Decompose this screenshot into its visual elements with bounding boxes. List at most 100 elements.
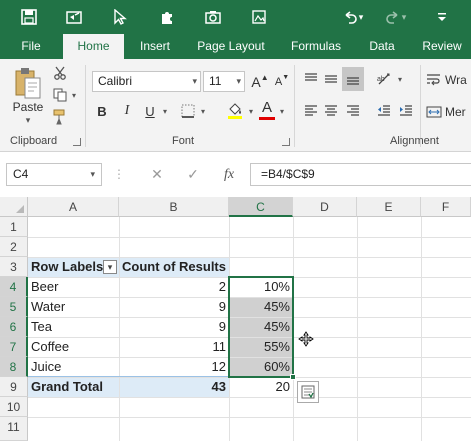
format-painter-icon[interactable] [50, 107, 70, 127]
column-header-e[interactable]: E [357, 197, 421, 217]
copy-icon[interactable] [50, 85, 72, 105]
formula-input[interactable]: =B4/$C$9 [250, 163, 471, 186]
shrink-font-button[interactable]: A ▼ [272, 71, 292, 92]
insert-function-icon[interactable]: fx [218, 163, 240, 186]
decrease-indent-icon[interactable] [374, 101, 394, 121]
pivot-count-cell[interactable]: 11 [119, 337, 229, 357]
copy-dropdown-icon[interactable]: ▾ [70, 87, 78, 103]
cursor-icon[interactable] [108, 5, 132, 29]
font-color-dropdown-icon[interactable]: ▾ [277, 101, 287, 121]
orientation-dropdown-icon[interactable]: ▾ [396, 69, 404, 89]
total-cell-c9[interactable]: 20 [229, 377, 293, 397]
row-header-8[interactable]: 8 [0, 357, 28, 377]
redo-dropdown-icon[interactable]: ▾ [398, 5, 410, 29]
formula-bar-options-icon[interactable]: ⋮ [111, 163, 127, 186]
tab-insert[interactable]: Insert [130, 34, 180, 59]
shrink-font-label: A [274, 75, 283, 88]
paste-dropdown-icon[interactable]: ▾ [22, 115, 34, 125]
borders-dropdown-icon[interactable]: ▾ [198, 101, 208, 121]
italic-button[interactable]: I [118, 101, 136, 121]
customize-qat-icon[interactable] [430, 5, 454, 29]
grand-total-count[interactable]: 43 [119, 377, 229, 397]
align-right-icon[interactable] [344, 101, 362, 121]
wrap-text-button[interactable]: Wra [426, 69, 471, 91]
fill-color-dropdown-icon[interactable]: ▾ [246, 101, 256, 121]
pivot-row-label[interactable]: Coffee [28, 337, 119, 357]
row-header-2[interactable]: 2 [0, 237, 28, 257]
pivot-count-cell[interactable]: 9 [119, 317, 229, 337]
pivot-count-cell[interactable]: 9 [119, 297, 229, 317]
increase-indent-icon[interactable] [396, 101, 416, 121]
underline-dropdown-icon[interactable]: ▾ [160, 101, 170, 121]
cut-icon[interactable] [50, 63, 70, 83]
top-align-icon[interactable] [302, 69, 320, 89]
row-header-7[interactable]: 7 [0, 337, 28, 357]
orientation-icon[interactable]: ab [374, 69, 396, 89]
row-header-5[interactable]: 5 [0, 297, 28, 317]
name-box[interactable]: C4 ▾ [6, 163, 102, 186]
tab-page-layout[interactable]: Page Layout [190, 34, 272, 59]
paste-icon[interactable] [10, 63, 46, 103]
tab-review[interactable]: Review [416, 34, 468, 59]
pivot-count-header[interactable]: Count of Results [119, 257, 229, 277]
ribbon-tool-icon[interactable] [62, 5, 86, 29]
fill-color-icon[interactable] [224, 99, 246, 121]
font-name-select[interactable]: Calibri ▾ [92, 71, 201, 92]
column-header-a[interactable]: A [28, 197, 119, 217]
column-header-c[interactable]: C [229, 197, 293, 217]
font-size-select[interactable]: 11 ▾ [203, 71, 245, 92]
quick-analysis-icon[interactable] [297, 381, 319, 403]
fill-handle[interactable] [290, 374, 296, 380]
row-header-3[interactable]: 3 [0, 257, 28, 277]
worksheet-grid[interactable]: A B C D E F 1 2 3 4 5 6 7 8 9 10 11 Row … [0, 197, 471, 441]
row-header-9[interactable]: 9 [0, 377, 28, 397]
pivot-row-label[interactable]: Tea [28, 317, 119, 337]
row-header-1[interactable]: 1 [0, 217, 28, 237]
bold-button[interactable]: B [93, 101, 111, 121]
pivot-row-label[interactable]: Water [28, 297, 119, 317]
paste-button[interactable]: Paste [10, 99, 46, 115]
grow-font-button[interactable]: A ▲ [250, 71, 270, 92]
save-icon[interactable] [17, 5, 41, 29]
font-color-button[interactable]: A [258, 97, 276, 117]
align-left-icon[interactable] [302, 101, 320, 121]
puzzle-icon[interactable] [155, 5, 179, 29]
font-group-label: Font [172, 135, 195, 147]
font-launcher-icon[interactable] [282, 138, 290, 146]
selection-border [228, 276, 294, 378]
column-header-d[interactable]: D [293, 197, 357, 217]
align-center-icon[interactable] [322, 101, 340, 121]
filter-dropdown-icon[interactable]: ▾ [103, 260, 117, 274]
enter-icon[interactable]: ✓ [182, 163, 204, 186]
bottom-align-icon[interactable] [342, 67, 364, 91]
row-header-4[interactable]: 4 [0, 277, 28, 297]
ribbon-home: Paste ▾ ▾ Clipboard Calibri ▾ 11 ▾ A ▲ A ▼… [0, 59, 471, 152]
undo-dropdown-icon[interactable]: ▾ [355, 5, 367, 29]
cancel-icon[interactable]: ✕ [146, 163, 168, 186]
row-header-10[interactable]: 10 [0, 397, 28, 417]
row-header-6[interactable]: 6 [0, 317, 28, 337]
row-header-11[interactable]: 11 [0, 417, 28, 441]
camera-icon[interactable] [201, 5, 225, 29]
grand-total-label[interactable]: Grand Total [28, 377, 119, 397]
tab-data[interactable]: Data [360, 34, 404, 59]
gridline [28, 417, 471, 418]
pivot-row-label[interactable]: Juice [28, 357, 119, 377]
column-header-f[interactable]: F [421, 197, 471, 217]
merge-center-button[interactable]: Mer [426, 101, 471, 123]
pivot-count-cell[interactable]: 12 [119, 357, 229, 377]
picture-icon[interactable] [247, 5, 271, 29]
column-header-b[interactable]: B [119, 197, 229, 217]
middle-align-icon[interactable] [322, 69, 340, 89]
tab-home[interactable]: Home [63, 34, 124, 59]
pivot-count-cell[interactable]: 2 [119, 277, 229, 297]
pivot-row-label[interactable]: Beer [28, 277, 119, 297]
select-all-button[interactable] [0, 197, 28, 217]
font-size-value: 11 [209, 74, 222, 88]
clipboard-launcher-icon[interactable] [73, 138, 81, 146]
quick-access-toolbar: ▾ ▾ [0, 0, 471, 34]
tab-formulas[interactable]: Formulas [283, 34, 349, 59]
tab-file[interactable]: File [10, 34, 52, 59]
borders-icon[interactable] [178, 101, 198, 121]
underline-button[interactable]: U [141, 101, 159, 121]
